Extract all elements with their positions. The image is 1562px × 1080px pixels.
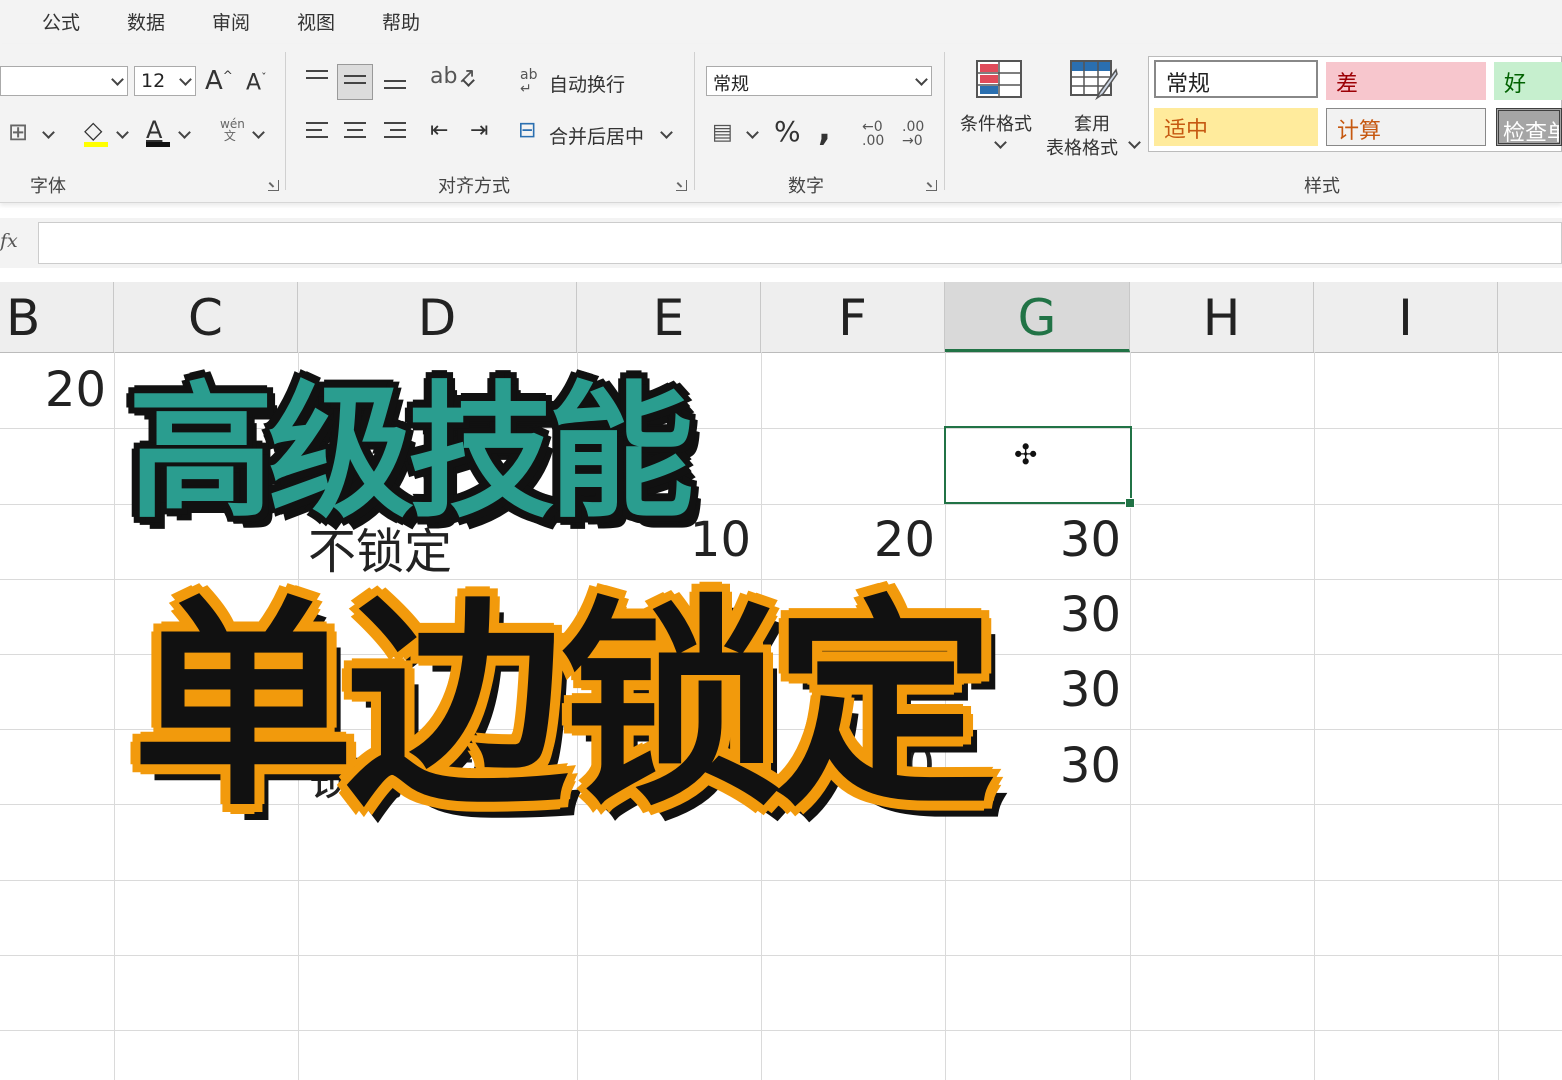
- gridline: [1498, 352, 1499, 1080]
- table-format-icon: [1070, 60, 1118, 101]
- number-format-value: 常规: [713, 74, 749, 95]
- tab-data[interactable]: 数据: [127, 8, 165, 35]
- group-label-styles: 样式: [1304, 176, 1340, 197]
- gridline: [0, 1030, 1562, 1031]
- comma-style-button[interactable]: ,: [818, 112, 831, 146]
- table-format-label-1[interactable]: 套用: [1074, 110, 1110, 136]
- ribbon: 12 A^ Aˇ ⊞ ◇ A wén 文 字体 ab↗ ab ↵ 自动换行 ⇤ ⇥…: [0, 44, 1562, 203]
- chevron-down-icon[interactable]: [116, 126, 129, 139]
- gridline: [0, 880, 1562, 881]
- chevron-down-icon[interactable]: [1128, 136, 1141, 149]
- group-label-font: 字体: [30, 176, 66, 197]
- chevron-down-icon[interactable]: [994, 136, 1007, 149]
- merge-center-icon: ⊟: [518, 118, 537, 143]
- menu-bar: 公式 数据 审阅 视图 帮助: [0, 0, 1562, 44]
- style-good[interactable]: 好: [1494, 62, 1562, 100]
- chevron-down-icon: [915, 73, 928, 86]
- gridline: [0, 955, 1562, 956]
- align-top-icon[interactable]: [306, 70, 328, 84]
- chevron-down-icon[interactable]: [660, 126, 673, 139]
- column-header-i[interactable]: I: [1314, 282, 1498, 352]
- formula-bar: fx: [0, 218, 1562, 268]
- align-center-icon[interactable]: [344, 122, 366, 143]
- group-label-number: 数字: [788, 176, 824, 197]
- align-middle-icon: [344, 75, 366, 89]
- tab-view[interactable]: 视图: [297, 8, 335, 35]
- chevron-down-icon[interactable]: [178, 126, 191, 139]
- conditional-format-icon: [976, 60, 1022, 98]
- chevron-down-icon[interactable]: [42, 126, 55, 139]
- column-header-f[interactable]: F: [761, 282, 945, 352]
- cell-cursor-icon: ✣: [1014, 438, 1038, 471]
- conditional-format-button[interactable]: 条件格式: [960, 110, 1032, 136]
- wrap-text-icon: ab ↵: [520, 67, 538, 97]
- align-right-icon[interactable]: [384, 122, 406, 143]
- align-left-icon[interactable]: [306, 122, 328, 143]
- font-color-icon[interactable]: A: [146, 118, 162, 142]
- wrap-text-button[interactable]: 自动换行: [549, 70, 625, 97]
- overlay-title-single-lock: 单边锁定: [132, 578, 996, 836]
- group-separator: [694, 52, 695, 190]
- formula-input[interactable]: [38, 222, 1562, 264]
- group-separator: [944, 52, 945, 190]
- column-header-b[interactable]: B: [0, 282, 114, 352]
- font-name-combo[interactable]: [0, 66, 128, 96]
- increase-indent-icon[interactable]: ⇥: [470, 120, 488, 142]
- merge-center-button[interactable]: 合并后居中: [549, 122, 644, 149]
- table-format-label-2[interactable]: 表格格式: [1046, 134, 1118, 160]
- style-check-cell[interactable]: 检查单: [1496, 108, 1562, 146]
- align-bottom-icon[interactable]: [384, 80, 406, 94]
- gridline: [1314, 352, 1315, 1080]
- align-middle-button[interactable]: [337, 64, 373, 100]
- font-size-value: 12: [141, 70, 166, 92]
- chevron-down-icon[interactable]: [252, 126, 265, 139]
- chevron-down-icon: [111, 73, 124, 86]
- tab-help[interactable]: 帮助: [382, 8, 420, 35]
- cell-b1[interactable]: 20: [0, 362, 106, 418]
- phonetic-guide-icon[interactable]: wén 文: [220, 118, 245, 142]
- fill-handle[interactable]: [1125, 498, 1135, 508]
- borders-icon[interactable]: ⊞: [8, 120, 28, 144]
- group-separator: [285, 52, 286, 190]
- gridline: [114, 352, 115, 1080]
- selected-cell[interactable]: [944, 426, 1132, 504]
- font-color-swatch: [146, 142, 170, 147]
- fill-color-icon[interactable]: ◇: [84, 118, 102, 142]
- font-size-combo[interactable]: 12: [134, 66, 196, 96]
- decrease-indent-icon[interactable]: ⇤: [430, 120, 448, 142]
- alignment-dialog-launcher-icon[interactable]: [676, 180, 687, 191]
- group-label-alignment: 对齐方式: [438, 176, 510, 197]
- increase-font-icon[interactable]: A^: [205, 68, 233, 94]
- column-header-g[interactable]: G: [945, 282, 1130, 352]
- fill-color-swatch: [84, 142, 108, 147]
- increase-decimal-icon[interactable]: ←0.00: [862, 120, 884, 148]
- number-dialog-launcher-icon[interactable]: [926, 180, 937, 191]
- number-format-combo[interactable]: 常规: [706, 66, 932, 96]
- chevron-down-icon: [179, 73, 192, 86]
- percent-style-button[interactable]: %: [774, 118, 801, 146]
- insert-function-icon[interactable]: fx: [0, 230, 18, 252]
- tab-formulas[interactable]: 公式: [42, 8, 80, 35]
- style-neutral[interactable]: 适中: [1154, 108, 1318, 146]
- accounting-format-icon[interactable]: ▤: [712, 122, 733, 144]
- decrease-decimal-icon[interactable]: .00 →0: [902, 120, 924, 148]
- style-bad[interactable]: 差: [1326, 62, 1486, 100]
- column-header-h[interactable]: H: [1130, 282, 1314, 352]
- chevron-down-icon[interactable]: [746, 126, 759, 139]
- style-calculation[interactable]: 计算: [1326, 108, 1486, 146]
- style-normal[interactable]: 常规: [1154, 60, 1318, 98]
- overlay-title-advanced-skill: 高级技能: [128, 368, 694, 538]
- font-dialog-launcher-icon[interactable]: [268, 180, 279, 191]
- decrease-font-icon[interactable]: Aˇ: [246, 72, 267, 94]
- tab-review[interactable]: 审阅: [212, 8, 250, 35]
